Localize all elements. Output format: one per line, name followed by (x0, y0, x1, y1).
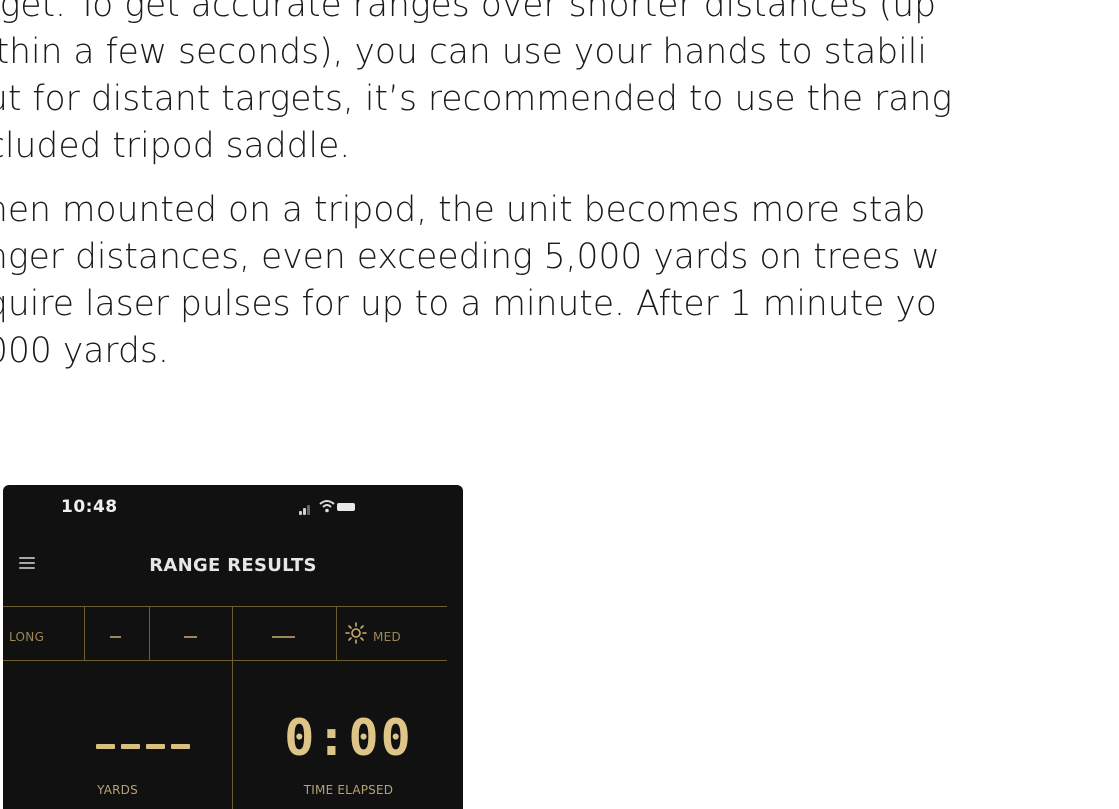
empty-value (110, 636, 121, 638)
app-screenshot: 10:48 RANGE RESULTS LONG MED 0:00 YARDS … (3, 485, 463, 809)
wifi-icon (319, 500, 335, 513)
divider (336, 606, 337, 660)
empty-value (272, 636, 295, 638)
status-time: 10:48 (61, 497, 118, 517)
text-line: ut for distant targets, it’s recommended… (0, 79, 953, 119)
text-line: ithin a few seconds), you can use your h… (0, 32, 927, 72)
paragraph-2: hen mounted on a tripod, the unit become… (0, 187, 1119, 375)
mode-label[interactable]: LONG (9, 630, 44, 644)
time-caption: TIME ELAPSED (303, 783, 394, 797)
brightness-label[interactable]: MED (373, 630, 401, 644)
divider (3, 660, 447, 661)
divider (84, 606, 85, 660)
divider (149, 606, 150, 660)
text-line: hen mounted on a tripod, the unit become… (0, 190, 926, 230)
empty-value (184, 636, 197, 638)
divider (232, 606, 233, 809)
screen-title: RANGE RESULTS (149, 555, 317, 576)
document-text: rget. To get accurate ranges over shorte… (0, 0, 1119, 375)
text-line: rget. To get accurate ranges over shorte… (0, 0, 937, 25)
paragraph-1: rget. To get accurate ranges over shorte… (0, 0, 1119, 170)
time-elapsed-value: 0:00 (284, 709, 413, 767)
yards-caption: YARDS (97, 783, 138, 797)
sun-icon[interactable] (345, 622, 367, 644)
status-icons (299, 499, 359, 515)
text-line: quire laser pulses for up to a minute. A… (0, 284, 937, 324)
text-line: 000 yards. (0, 331, 169, 371)
text-line: cluded tripod saddle. (0, 126, 351, 166)
battery-icon (337, 503, 355, 511)
text-line: nger distances, even exceeding 5,000 yar… (0, 237, 940, 277)
divider (3, 606, 447, 607)
